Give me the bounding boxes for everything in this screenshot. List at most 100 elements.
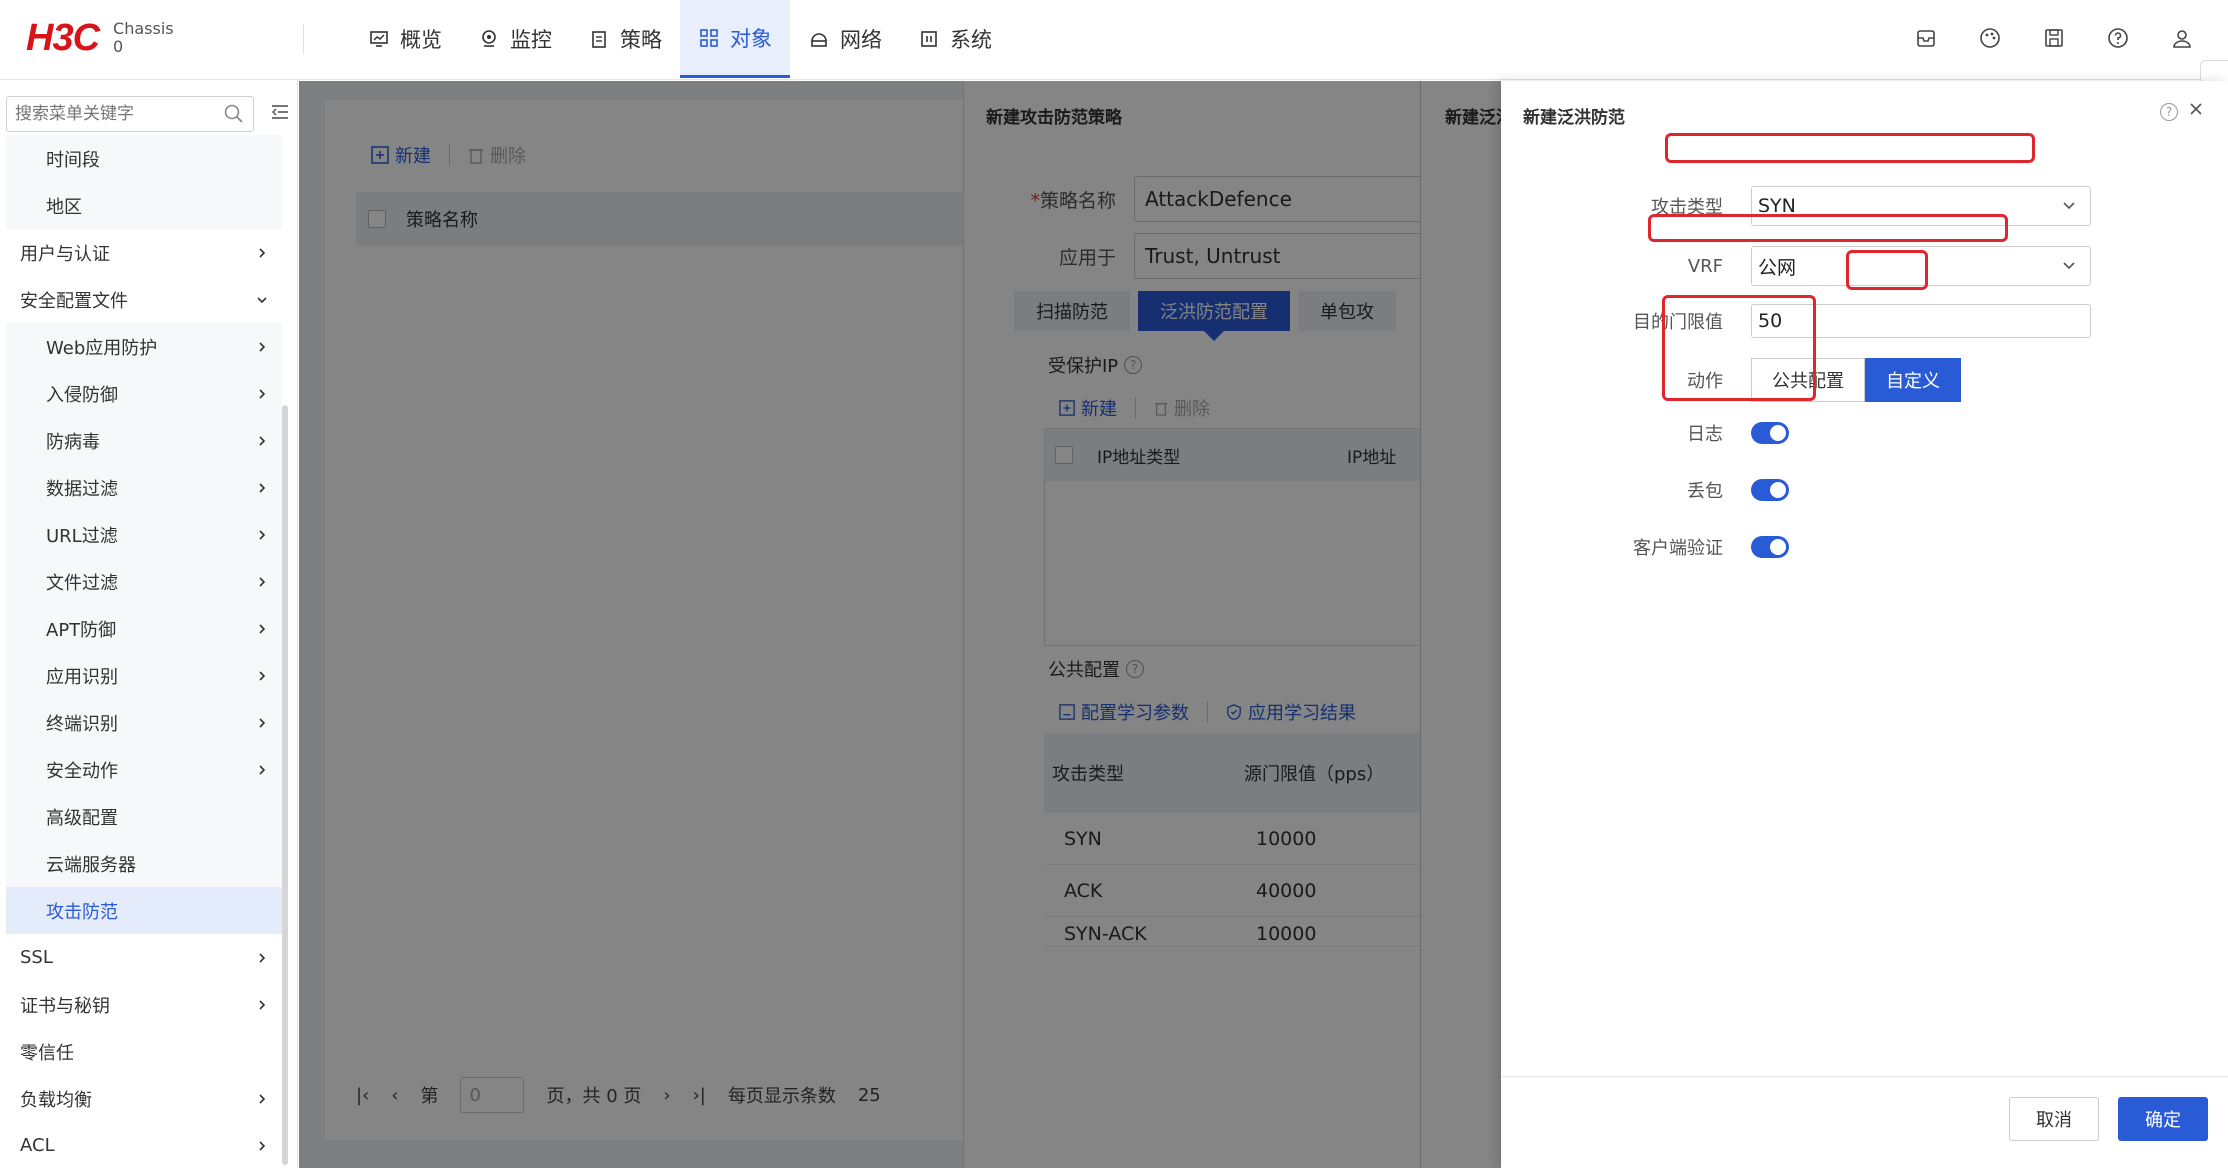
vrf-label: VRF <box>1687 255 1723 277</box>
palette-icon[interactable] <box>1974 22 2006 54</box>
sidebar-item-label: 云端服务器 <box>46 854 136 876</box>
log-toggle[interactable] <box>1751 422 1789 444</box>
chassis-text: Chassis <box>113 19 174 38</box>
nav-system[interactable]: 系统 <box>900 0 1010 78</box>
highlight-action <box>1846 250 1928 290</box>
chevron-right-icon <box>259 435 266 446</box>
sidebar-item[interactable]: 数据过滤 <box>6 464 282 511</box>
client-verify-label: 客户端验证 <box>1633 538 1723 559</box>
topbar-divider <box>303 24 304 54</box>
client-verify-toggle[interactable] <box>1751 536 1789 558</box>
chevron-right-icon <box>259 717 266 728</box>
sidebar-item[interactable]: 高级配置 <box>6 793 282 840</box>
monitor-icon <box>368 28 390 50</box>
save-icon[interactable] <box>2038 22 2070 54</box>
nav-policy-label: 策略 <box>620 28 662 52</box>
nav-object[interactable]: 对象 <box>680 0 790 78</box>
sidebar-item-label: 高级配置 <box>46 807 118 829</box>
sidebar-item[interactable]: SSL <box>0 934 282 981</box>
sidebar-item[interactable]: 云端服务器 <box>6 840 282 887</box>
action-custom-button[interactable]: 自定义 <box>1865 358 1961 402</box>
sidebar-item-label: 负载均衡 <box>20 1089 92 1111</box>
nav-monitor-label: 监控 <box>510 28 552 52</box>
sidebar-item[interactable]: ACL <box>0 1122 282 1168</box>
flood-drawer-title: 新建泛洪防范 <box>1523 108 1625 128</box>
sidebar: 时间段地区用户与认证安全配置文件 Web应用防护入侵防御防病毒数据过滤 URL过滤文… <box>0 80 298 1168</box>
sidebar-item[interactable]: 入侵防御 <box>6 370 282 417</box>
modal-overlay <box>299 81 1501 1168</box>
sidebar-item-label: 应用识别 <box>46 666 118 688</box>
drawer-header-icons: ? <box>2160 101 2204 122</box>
nav-network-label: 网络 <box>840 28 882 52</box>
sidebar-item[interactable]: 文件过滤 <box>6 558 282 605</box>
chevron-right-icon <box>259 623 266 634</box>
flood-defense-drawer: 新建泛洪防范 ? 攻击类型 SYN VRF 公网 目的门限值 50 动作 公共配… <box>1501 81 2228 1168</box>
sidebar-item[interactable]: Web应用防护 <box>6 323 282 370</box>
user-icon[interactable] <box>2166 22 2198 54</box>
top-right-icons <box>1910 22 2198 54</box>
menu-collapse-icon[interactable] <box>270 102 290 127</box>
log-label: 日志 <box>1687 424 1723 445</box>
h3c-logo: H3C Chassis 0 <box>26 16 174 59</box>
nav-monitor[interactable]: 监控 <box>460 0 570 78</box>
close-icon[interactable] <box>2188 101 2204 122</box>
sidebar-item[interactable]: APT防御 <box>6 605 282 652</box>
highlight-attack-type <box>1665 133 2035 163</box>
ok-button[interactable]: 确定 <box>2118 1097 2208 1141</box>
chevron-right-icon <box>259 1093 266 1104</box>
sidebar-item[interactable]: 防病毒 <box>6 417 282 464</box>
sidebar-item[interactable]: 安全配置文件 <box>0 276 282 323</box>
sidebar-item[interactable]: 零信任 <box>0 1028 282 1075</box>
sidebar-item-label: SSL <box>20 947 53 968</box>
inbox-icon[interactable] <box>1910 22 1942 54</box>
sidebar-item[interactable]: 负载均衡 <box>0 1075 282 1122</box>
chassis-number: 0 <box>113 37 124 56</box>
sidebar-item[interactable]: 用户与认证 <box>0 229 282 276</box>
help-icon[interactable]: ? <box>2160 102 2178 121</box>
sidebar-item-label: 用户与认证 <box>20 243 110 265</box>
chevron-down-icon <box>2063 202 2075 210</box>
chevron-right-icon <box>259 388 266 399</box>
chevron-right-icon <box>259 341 266 352</box>
nav-policy[interactable]: 策略 <box>570 0 680 78</box>
sidebar-item[interactable]: 时间段 <box>6 135 282 182</box>
sidebar-item-label: 安全动作 <box>46 760 118 782</box>
nav-system-label: 系统 <box>950 28 992 52</box>
chevron-right-icon <box>259 670 266 681</box>
menu-search[interactable] <box>6 96 254 132</box>
sidebar-item-label: 证书与秘钥 <box>20 995 110 1017</box>
drawer-footer-divider <box>1501 1076 2228 1077</box>
search-icon[interactable] <box>223 103 245 130</box>
sidebar-item-label: Web应用防护 <box>46 337 158 359</box>
vrf-value: 公网 <box>1758 256 1797 279</box>
clipboard-icon <box>588 28 610 50</box>
help-icon[interactable] <box>2102 22 2134 54</box>
chevron-right-icon <box>259 764 266 775</box>
nav-overview[interactable]: 概览 <box>350 0 460 78</box>
sidebar-item-label: 终端识别 <box>46 713 118 735</box>
sidebar-item-label: URL过滤 <box>46 525 118 547</box>
sidebar-item[interactable]: 安全动作 <box>6 746 282 793</box>
vrf-row: VRF 公网 <box>1501 246 2091 286</box>
sidebar-item[interactable]: 地区 <box>6 182 282 229</box>
client-verify-row: 客户端验证 <box>1501 534 1789 560</box>
logo-mark: H3C <box>26 16 100 59</box>
sidebar-item[interactable]: 终端识别 <box>6 699 282 746</box>
drop-toggle[interactable] <box>1751 479 1789 501</box>
drop-label: 丢包 <box>1687 481 1723 502</box>
sidebar-item[interactable]: 应用识别 <box>6 652 282 699</box>
sidebar-item-label: 时间段 <box>46 149 100 171</box>
chevron-right-icon <box>259 576 266 587</box>
cancel-button[interactable]: 取消 <box>2009 1097 2099 1141</box>
menu-search-input[interactable] <box>15 104 215 124</box>
chevron-down-icon <box>257 296 267 303</box>
sidebar-item[interactable]: 攻击防范 <box>6 887 282 934</box>
sidebar-item-label: 防病毒 <box>46 431 100 453</box>
log-row: 日志 <box>1501 420 1789 446</box>
sidebar-scrollbar[interactable] <box>282 405 288 1165</box>
nav-network[interactable]: 网络 <box>790 0 900 78</box>
chevron-right-icon <box>259 529 266 540</box>
sidebar-item[interactable]: 证书与秘钥 <box>0 981 282 1028</box>
chevron-down-icon <box>2063 262 2075 270</box>
sidebar-item[interactable]: URL过滤 <box>6 511 282 558</box>
